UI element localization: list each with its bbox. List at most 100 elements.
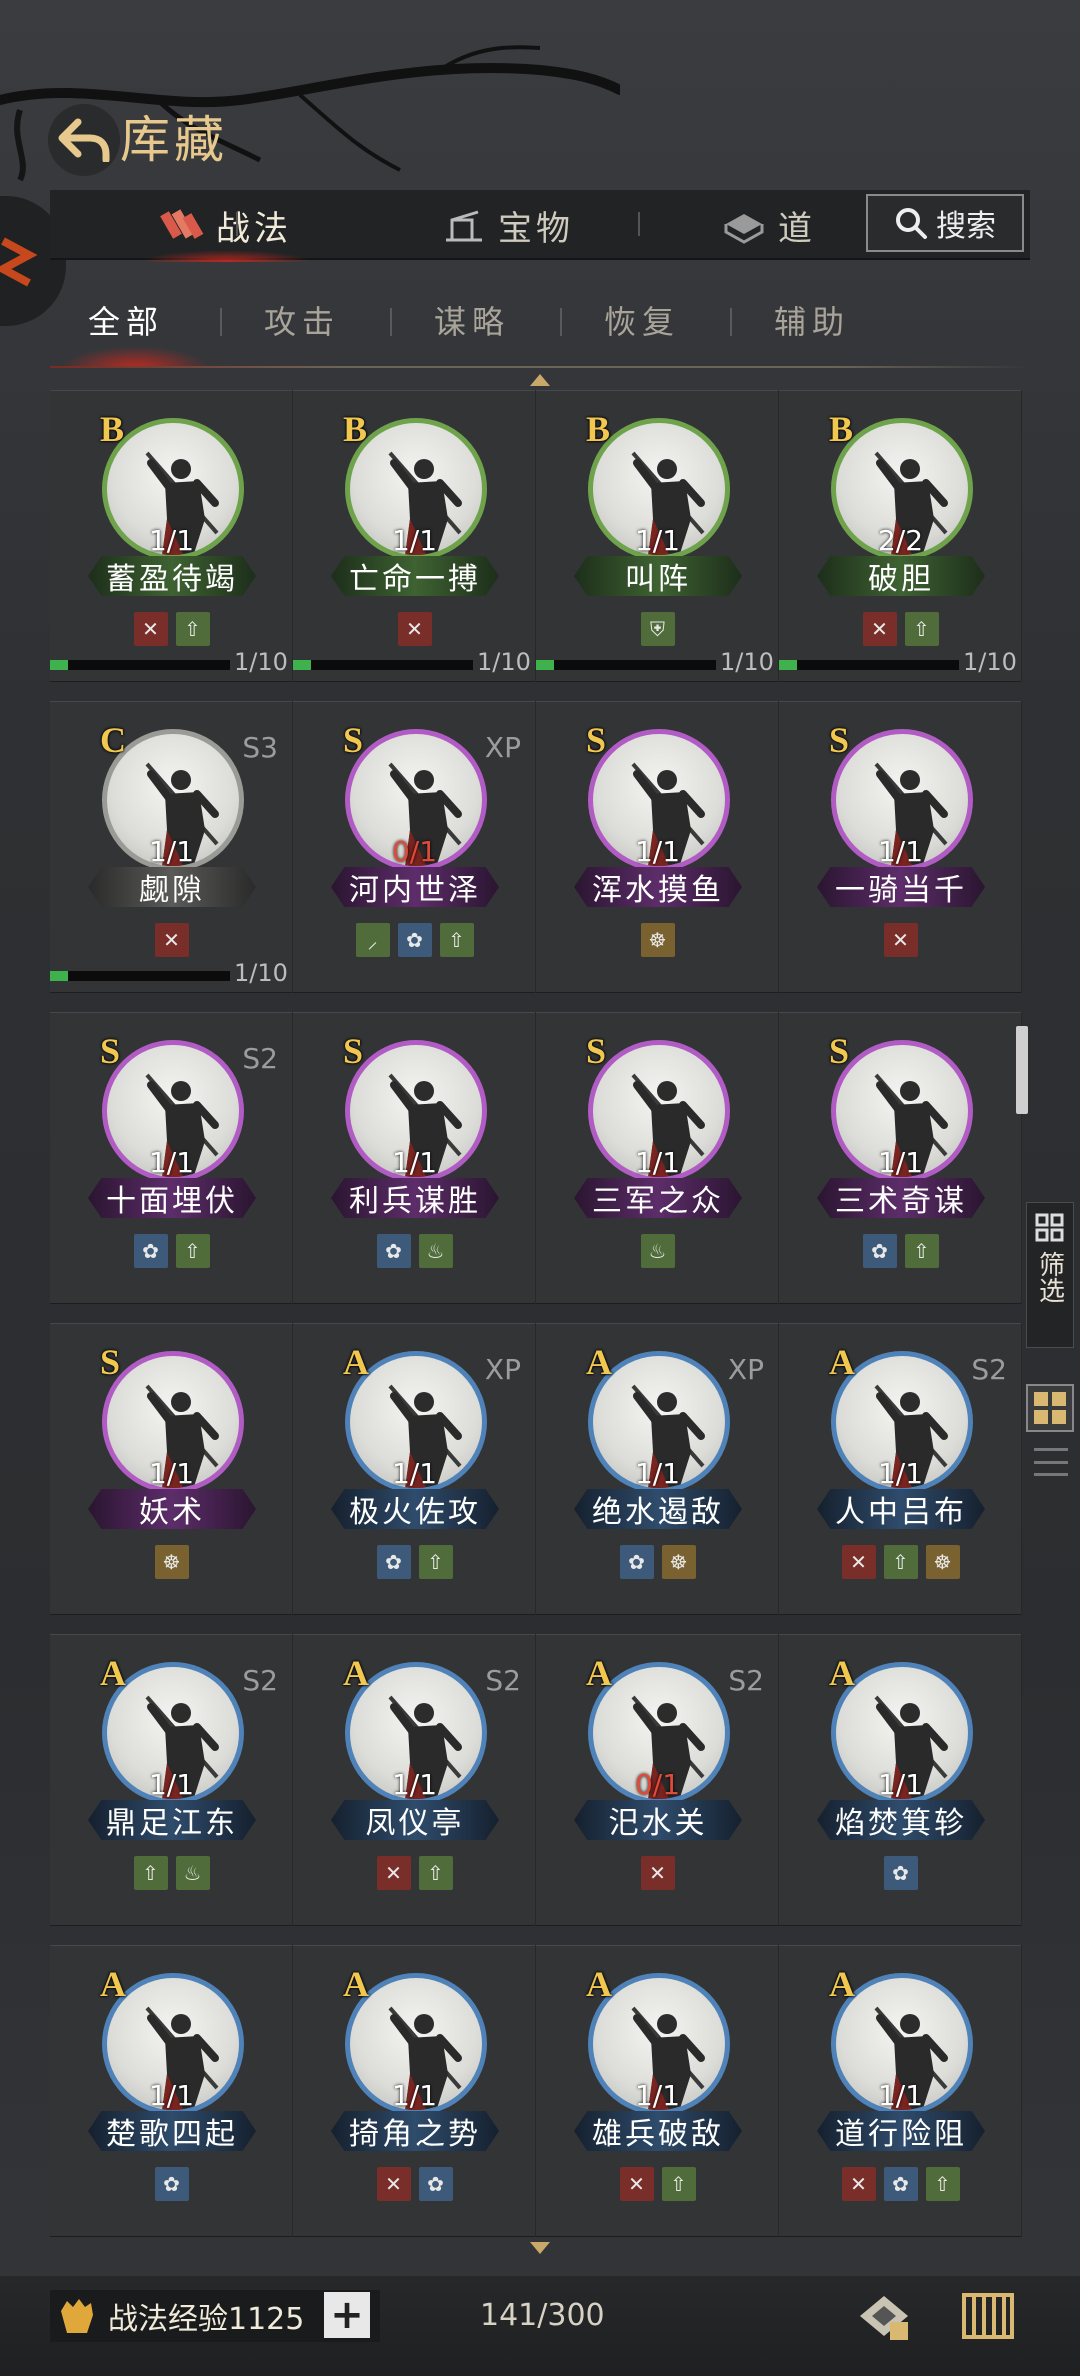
tactic-card[interactable]: S 1/1 浑水摸鱼 ☸ [536, 701, 779, 993]
tactic-card[interactable]: S 1/1 利兵谋胜 ✿ ♨ [293, 1012, 536, 1304]
grade-badge: A [586, 1964, 612, 2004]
tactic-card[interactable]: A 1/1 掎角之势 ✕ ✿ [293, 1945, 536, 2237]
upgrade-progress-bar [50, 971, 230, 981]
tab-treasure[interactable]: 宝物 [442, 190, 574, 260]
owned-count: 1/1 [391, 1768, 438, 1801]
sword-icon: ⸝ [355, 923, 390, 957]
tactic-name: 觑隙 [88, 867, 256, 907]
upgrade-progress-bar [779, 660, 959, 670]
grid-view-toggle[interactable] [1026, 1384, 1074, 1432]
tactic-card[interactable]: S 1/1 妖术 ☸ [50, 1323, 293, 1615]
tactic-card[interactable]: A 1/1 焰焚箕轸 ✿ [779, 1634, 1022, 1926]
tactic-card[interactable]: A S2 0/1 汜水关 ✕ [536, 1634, 779, 1926]
season-tag: S3 [242, 731, 278, 764]
owned-count: 1/1 [148, 2079, 195, 2112]
progress-text: 1/10 [477, 648, 531, 676]
grade-badge: A [343, 1342, 369, 1382]
subtab-support[interactable]: 辅助 [752, 282, 872, 358]
tactic-name: 叫阵 [574, 556, 742, 596]
tactic-card[interactable]: A S2 1/1 鼎足江东 ⇧ ♨ [50, 1634, 293, 1926]
filter-button[interactable]: 筛选 [1026, 1202, 1074, 1348]
progress-fill [536, 660, 554, 670]
tactic-card[interactable]: C S3 1/1 觑隙 ✕ 1/10 [50, 701, 293, 993]
subtab-strategy[interactable]: 谋略 [412, 282, 532, 358]
buff-icon: ⇧ [925, 2167, 960, 2201]
owned-count: 1/1 [148, 524, 195, 557]
subtab-divider [560, 308, 562, 336]
tactic-name: 焰焚箕轸 [817, 1800, 985, 1840]
tactic-card[interactable]: B 1/1 蓄盈待竭 ✕ ⇧ 1/10 [50, 390, 293, 682]
grade-badge: S [586, 1031, 607, 1071]
grid-view-icon-cell [1052, 1410, 1066, 1424]
owned-count: 1/1 [634, 2079, 681, 2112]
back-button[interactable] [48, 104, 120, 176]
control-icon: ☸ [661, 1545, 696, 1579]
control-icon: ☸ [640, 923, 675, 957]
tab-tactics[interactable]: 战法 [140, 190, 312, 262]
season-tag: XP [727, 1353, 764, 1386]
grid-view-icon-cell [1034, 1410, 1048, 1424]
tactic-card[interactable]: A 1/1 雄兵破敌 ✕ ⇧ [536, 1945, 779, 2237]
subtab-divider [730, 308, 732, 336]
tactic-type-icons: ✕ ⇧ [50, 612, 293, 646]
tactic-card[interactable]: A XP 1/1 极火佐攻 ✿ ⇧ [293, 1323, 536, 1615]
grid-view-icon-cell [1052, 1392, 1066, 1406]
tactic-name: 掎角之势 [331, 2111, 499, 2151]
grade-badge: C [100, 720, 126, 760]
attack-icon: ✕ [841, 1545, 876, 1579]
subtab-attack[interactable]: 攻击 [242, 282, 362, 358]
convert-button[interactable] [852, 2284, 916, 2348]
upgrade-progress-bar [50, 660, 230, 670]
owned-count: 1/1 [634, 524, 681, 557]
tab-items[interactable]: 道 [722, 190, 816, 260]
tactic-name: 楚歌四起 [88, 2111, 256, 2151]
scroll-book-button[interactable] [956, 2284, 1020, 2348]
tactic-type-icons: ♨ [536, 1234, 779, 1268]
tactic-name: 浑水摸鱼 [574, 867, 742, 907]
page-title: 库藏 [120, 111, 228, 169]
tactic-card[interactable]: S S2 1/1 十面埋伏 ✿ ⇧ [50, 1012, 293, 1304]
tactic-type-icons: ✕ ✿ ⇧ [779, 2167, 1022, 2201]
tactic-type-icons: ✿ ☸ [536, 1545, 779, 1579]
owned-count: 1/1 [877, 1768, 924, 1801]
owned-count: 1/1 [148, 835, 195, 868]
list-view-toggle[interactable] [1034, 1444, 1068, 1480]
card-row: A 1/1 楚歌四起 ✿ A 1/1 掎角之势 ✕ ✿ A 1/1 雄兵破敌 ✕ ⇧ A 1/1 道行险阻 ✕ ✿ ⇧ [50, 1945, 1022, 2237]
add-exp-button[interactable]: + [324, 2292, 370, 2338]
tactic-type-icons: ✿ ⇧ [779, 1234, 1022, 1268]
tactic-card[interactable]: B 1/1 叫阵 ⛨ 1/10 [536, 390, 779, 682]
grade-badge: B [343, 409, 368, 449]
tactic-card[interactable]: A XP 1/1 绝水遏敌 ✿ ☸ [536, 1323, 779, 1615]
tactic-type-icons: ✿ [779, 1856, 1022, 1890]
tactic-card[interactable]: A S2 1/1 人中吕布 ✕ ⇧ ☸ [779, 1323, 1022, 1615]
tab-divider [638, 212, 640, 236]
tactic-card[interactable]: B 2/2 破胆 ✕ ⇧ 1/10 [779, 390, 1022, 682]
tactic-card[interactable]: A S2 1/1 凤仪亭 ✕ ⇧ [293, 1634, 536, 1926]
tactic-card[interactable]: S 1/1 三军之众 ♨ [536, 1012, 779, 1304]
attack-icon: ✕ [154, 923, 189, 957]
owned-count: 1/1 [148, 1146, 195, 1179]
subtab-divider [390, 308, 392, 336]
scrollbar[interactable] [1016, 1026, 1028, 1114]
owned-count: 1/1 [391, 524, 438, 557]
owned-count: 1/1 [634, 1457, 681, 1490]
card-row: A S2 1/1 鼎足江东 ⇧ ♨ A S2 1/1 凤仪亭 ✕ ⇧ A S2 0/1 汜水关 ✕ A 1/1 焰焚箕… [50, 1634, 1022, 1926]
owned-count: 1/1 [148, 1457, 195, 1490]
tactic-card[interactable]: A 1/1 楚歌四起 ✿ [50, 1945, 293, 2237]
season-tag: S2 [971, 1353, 1007, 1386]
grid-filter-icon [1035, 1213, 1064, 1242]
tactic-card[interactable]: B 1/1 亡命一搏 ✕ 1/10 [293, 390, 536, 682]
tactic-card[interactable]: S 1/1 一骑当千 ✕ [779, 701, 1022, 993]
owned-count: 1/1 [391, 2079, 438, 2112]
tactic-card[interactable]: S XP 0/1 河内世泽 ⸝ ✿ ⇧ [293, 701, 536, 993]
buff-icon: ⇧ [418, 1856, 453, 1890]
owned-count: 1/1 [877, 835, 924, 868]
tactic-card[interactable]: A 1/1 道行险阻 ✕ ✿ ⇧ [779, 1945, 1022, 2237]
grade-badge: S [343, 1031, 364, 1071]
tactic-card[interactable]: S 1/1 三术奇谋 ✿ ⇧ [779, 1012, 1022, 1304]
upgrade-progress-bar [536, 660, 716, 670]
subtab-recovery[interactable]: 恢复 [582, 282, 702, 358]
progress-fill [779, 660, 797, 670]
list-view-icon-line [1034, 1460, 1068, 1464]
search-button[interactable]: 搜索 [866, 194, 1024, 252]
